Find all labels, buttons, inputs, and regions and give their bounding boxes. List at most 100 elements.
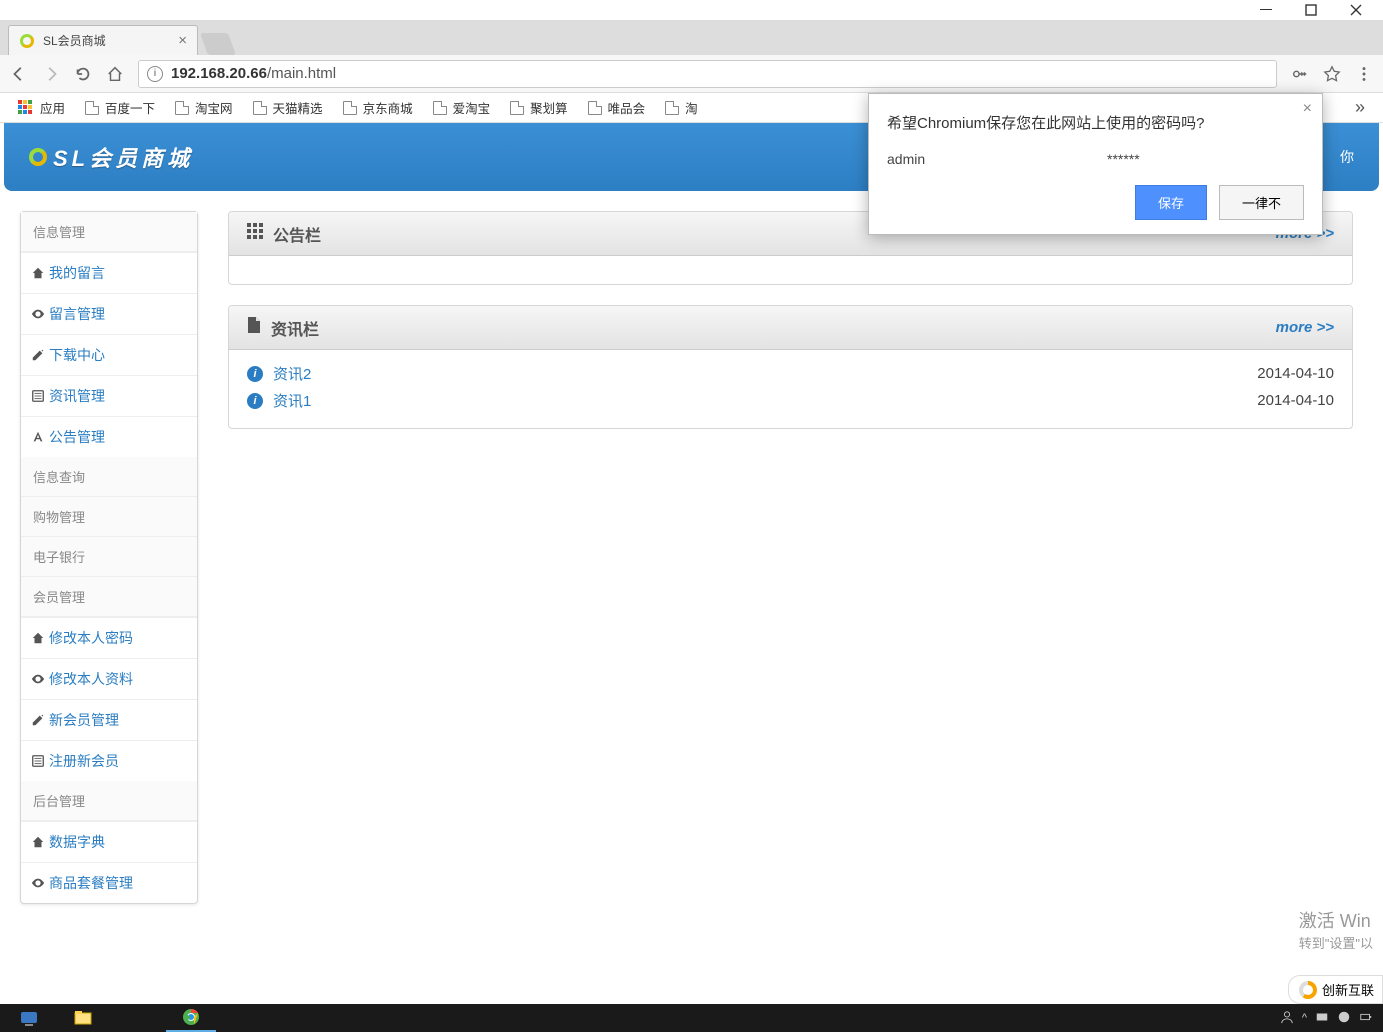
sidebar-item[interactable]: 修改本人密码 <box>21 617 197 658</box>
sidebar-section-header: 会员管理 <box>21 577 197 617</box>
key-icon[interactable] <box>1291 65 1309 83</box>
home-icon <box>31 266 47 280</box>
site-logo[interactable]: SL会员商城 <box>29 141 193 173</box>
main-content: 信息管理我的留言留言管理下载中心资讯管理公告管理信息查询购物管理电子银行会员管理… <box>0 191 1383 950</box>
sidebar-item[interactable]: 注册新会员 <box>21 740 197 781</box>
tray-people-icon[interactable] <box>1280 1010 1294 1027</box>
reload-button[interactable] <box>74 65 92 83</box>
bookmarks-overflow-icon[interactable]: » <box>1347 97 1373 118</box>
popup-save-button[interactable]: 保存 <box>1135 185 1207 220</box>
popup-never-button[interactable]: 一律不 <box>1219 185 1304 220</box>
window-maximize-button[interactable] <box>1288 0 1333 20</box>
grid-icon <box>247 223 263 244</box>
news-row[interactable]: i资讯22014-04-10 <box>247 360 1334 387</box>
sidebar-item-label: 留言管理 <box>49 304 105 324</box>
sidebar-item[interactable]: 留言管理 <box>21 293 197 334</box>
popup-question: 希望Chromium保存您在此网站上使用的密码吗? <box>887 112 1304 133</box>
sidebar-item-label: 资讯管理 <box>49 386 105 406</box>
document-icon <box>247 317 261 338</box>
bookmark-item[interactable]: 天猫精选 <box>245 95 331 120</box>
browser-tab[interactable]: SL会员商城 × <box>8 25 198 55</box>
sidebar-item[interactable]: 公告管理 <box>21 416 197 457</box>
eye-icon <box>31 307 47 321</box>
taskbar-explorer-icon[interactable] <box>58 1004 108 1032</box>
sidebar-item[interactable]: 我的留言 <box>21 252 197 293</box>
page-icon <box>588 101 602 115</box>
home-icon <box>31 835 47 849</box>
font-icon <box>31 430 47 444</box>
main-column: 公告栏 more >> 资讯栏 more >> i资讯22014-04-10i资… <box>228 211 1353 950</box>
sidebar-item-label: 注册新会员 <box>49 751 119 771</box>
sidebar-panel: 信息管理我的留言留言管理下载中心资讯管理公告管理信息查询购物管理电子银行会员管理… <box>20 211 198 904</box>
tray-user-icon[interactable] <box>1337 1010 1351 1027</box>
page-icon <box>85 101 99 115</box>
page-icon <box>253 101 267 115</box>
bookmark-item[interactable]: 爱淘宝 <box>425 95 499 120</box>
header-right-text: 你 <box>1340 147 1354 167</box>
back-button[interactable] <box>10 65 28 83</box>
logo-ring-icon <box>29 148 47 166</box>
sidebar-item[interactable]: 新会员管理 <box>21 699 197 740</box>
tray-battery-icon[interactable] <box>1359 1010 1373 1027</box>
sidebar: 信息管理我的留言留言管理下载中心资讯管理公告管理信息查询购物管理电子银行会员管理… <box>20 211 198 950</box>
sidebar-item[interactable]: 下载中心 <box>21 334 197 375</box>
edit-icon <box>31 713 47 727</box>
news-panel: 资讯栏 more >> i资讯22014-04-10i资讯12014-04-10 <box>228 305 1353 429</box>
url-path: /main.html <box>267 65 336 82</box>
window-close-button[interactable] <box>1333 0 1378 20</box>
sidebar-item-label: 修改本人密码 <box>49 628 133 648</box>
home-button[interactable] <box>106 65 124 83</box>
tab-close-icon[interactable]: × <box>178 32 187 49</box>
taskbar-vm-icon[interactable] <box>4 1004 54 1032</box>
panel-header: 资讯栏 more >> <box>229 306 1352 350</box>
window-titlebar <box>0 0 1383 20</box>
corner-badge-icon <box>1299 981 1317 999</box>
sidebar-item-label: 公告管理 <box>49 427 105 447</box>
popup-username: admin <box>887 151 1107 167</box>
bookmark-item[interactable]: 淘宝网 <box>167 95 241 120</box>
tray-up-icon[interactable]: ^ <box>1302 1012 1307 1024</box>
system-tray[interactable]: ^ <box>1280 1010 1379 1027</box>
taskbar: ^ <box>0 1004 1383 1032</box>
sidebar-item[interactable]: 数据字典 <box>21 821 197 862</box>
menu-icon[interactable] <box>1355 65 1373 83</box>
sidebar-section-header: 电子银行 <box>21 537 197 577</box>
bookmark-item[interactable]: 淘 <box>657 95 706 120</box>
news-row[interactable]: i资讯12014-04-10 <box>247 387 1334 414</box>
tray-net-icon[interactable] <box>1315 1010 1329 1027</box>
eye-icon <box>31 876 47 890</box>
bookmarks-apps[interactable]: 应用 <box>10 95 73 120</box>
sidebar-item[interactable]: 资讯管理 <box>21 375 197 416</box>
sidebar-item[interactable]: 商品套餐管理 <box>21 862 197 903</box>
news-date: 2014-04-10 <box>1257 365 1334 382</box>
bulletin-body <box>229 256 1352 284</box>
window-minimize-button[interactable] <box>1243 0 1288 20</box>
bookmark-item[interactable]: 聚划算 <box>502 95 576 120</box>
bookmark-item[interactable]: 百度一下 <box>77 95 163 120</box>
forward-button[interactable] <box>42 65 60 83</box>
corner-badge[interactable]: 创新互联 <box>1288 975 1383 1004</box>
taskbar-chrome-icon[interactable] <box>166 1004 216 1032</box>
site-info-icon[interactable]: i <box>147 66 163 82</box>
sidebar-item-label: 我的留言 <box>49 263 105 283</box>
popup-close-icon[interactable]: × <box>1303 100 1312 118</box>
page-icon <box>510 101 524 115</box>
sidebar-item-label: 下载中心 <box>49 345 105 365</box>
news-title: 资讯2 <box>273 363 311 384</box>
news-title: 资讯1 <box>273 390 311 411</box>
sidebar-item[interactable]: 修改本人资料 <box>21 658 197 699</box>
sidebar-item-label: 商品套餐管理 <box>49 873 133 893</box>
bookmark-item[interactable]: 唯品会 <box>580 95 654 120</box>
bookmark-item[interactable]: 京东商城 <box>335 95 421 120</box>
apps-icon <box>18 100 34 116</box>
sidebar-section-header: 信息查询 <box>21 457 197 497</box>
news-more-link[interactable]: more >> <box>1276 319 1334 336</box>
tab-strip: SL会员商城 × <box>0 20 1383 55</box>
star-icon[interactable] <box>1323 65 1341 83</box>
news-body: i资讯22014-04-10i资讯12014-04-10 <box>229 350 1352 428</box>
new-tab-button[interactable] <box>200 33 236 55</box>
address-bar[interactable]: i 192.168.20.66/main.html <box>138 60 1277 88</box>
taskbar-app-icon[interactable] <box>112 1004 162 1032</box>
panel-title-text: 公告栏 <box>273 222 321 246</box>
sidebar-section-header: 购物管理 <box>21 497 197 537</box>
